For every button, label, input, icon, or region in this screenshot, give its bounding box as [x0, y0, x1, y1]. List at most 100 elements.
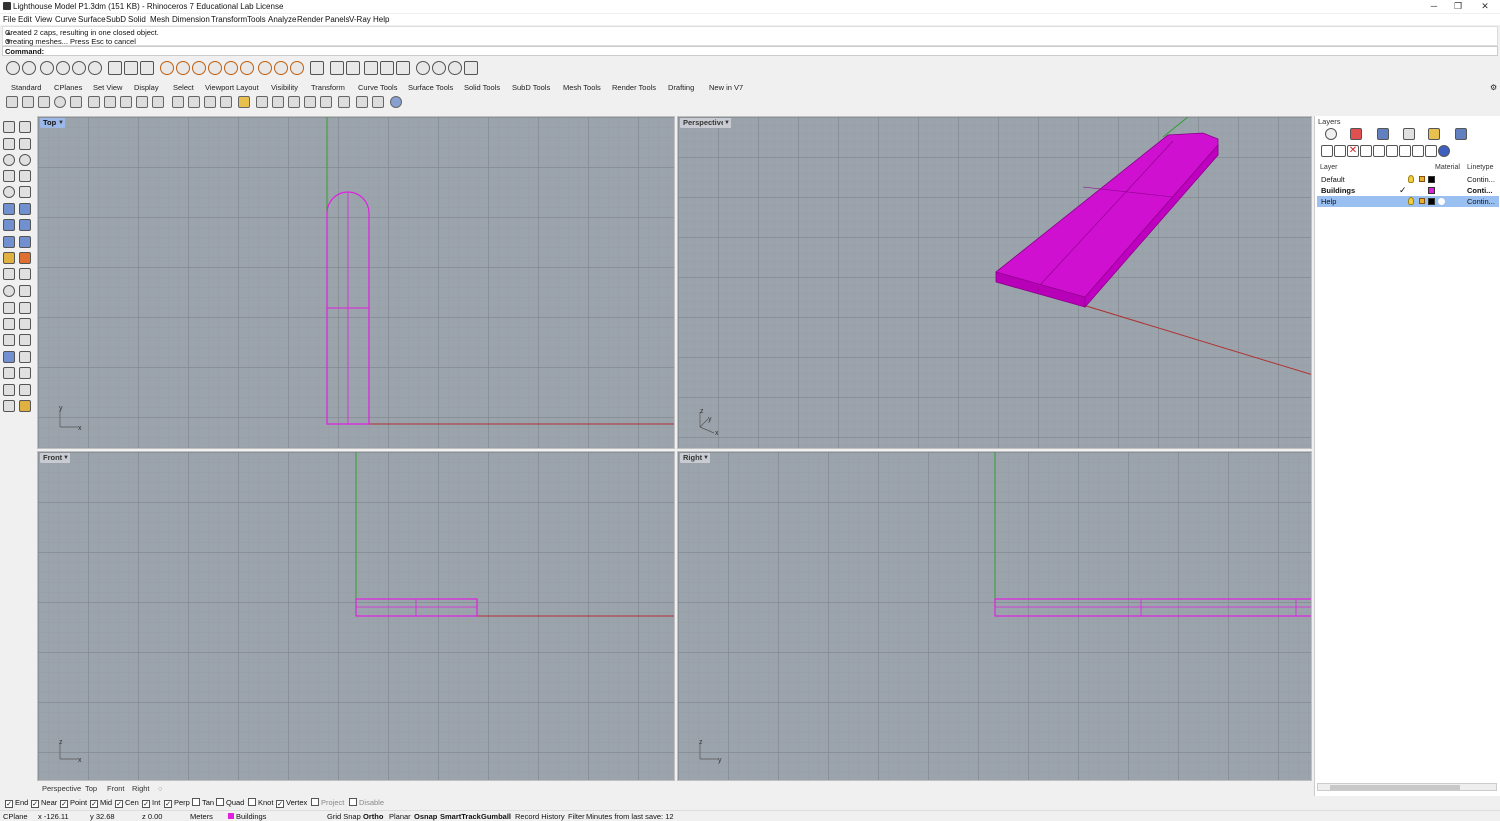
split-icon[interactable]: [372, 96, 384, 108]
move-down-icon[interactable]: [1373, 145, 1385, 157]
sphere-icon[interactable]: [54, 96, 66, 108]
paste-icon[interactable]: [124, 61, 138, 75]
chevron-down-icon[interactable]: ▼: [57, 118, 65, 128]
cplane-icon[interactable]: [330, 61, 344, 75]
lighthouse-elevation[interactable]: [355, 598, 478, 617]
osnap-perp[interactable]: ✓ Perp: [164, 798, 190, 808]
tab-render-tools[interactable]: Render Tools: [612, 83, 656, 92]
array-icon[interactable]: [338, 96, 350, 108]
mesh-tool-icon[interactable]: [19, 236, 31, 248]
join-icon[interactable]: [220, 96, 232, 108]
settings-gear-icon[interactable]: ⚙: [1490, 83, 1497, 92]
osnap-disable[interactable]: Disable: [349, 798, 384, 807]
menu-help[interactable]: Help: [373, 15, 389, 24]
light-tool-icon[interactable]: [3, 252, 15, 264]
chamfer-icon[interactable]: [188, 96, 200, 108]
gumball-icon[interactable]: [390, 96, 402, 108]
checkbox[interactable]: ✓: [142, 800, 150, 808]
zoom-selected-icon[interactable]: [240, 61, 254, 75]
mesh-icon[interactable]: [204, 96, 216, 108]
curve-icon[interactable]: [38, 96, 50, 108]
light-icon[interactable]: [274, 61, 288, 75]
polygon-tool-icon[interactable]: [3, 170, 15, 182]
layer-color-swatch[interactable]: [1428, 187, 1435, 194]
osnap-near[interactable]: ✓ Near: [31, 798, 57, 808]
checkbox[interactable]: ✓: [60, 800, 68, 808]
new-sublayer-icon[interactable]: [1334, 145, 1346, 157]
chevron-down-icon[interactable]: ▼: [62, 453, 70, 463]
point-tool-icon[interactable]: [19, 121, 31, 133]
lock-icon[interactable]: [1419, 198, 1425, 204]
viewport-top[interactable]: y x Top ▼: [37, 116, 675, 449]
revolve-icon[interactable]: [120, 96, 132, 108]
scale-icon[interactable]: [304, 96, 316, 108]
tab-display[interactable]: Display: [134, 83, 159, 92]
tab-new-in-v7[interactable]: New in V7: [709, 83, 743, 92]
rotate-view-icon[interactable]: [176, 61, 190, 75]
add-viewport-icon[interactable]: ◌: [158, 784, 162, 793]
points-icon[interactable]: [6, 96, 18, 108]
osnap-quad[interactable]: Quad: [216, 798, 244, 807]
delete-layer-icon[interactable]: ✕: [1347, 145, 1359, 157]
solid-edit-icon[interactable]: [19, 219, 31, 231]
project-icon[interactable]: [3, 384, 15, 396]
menu-mesh[interactable]: Mesh: [150, 15, 170, 24]
rotate-icon[interactable]: [288, 96, 300, 108]
shapes-icon[interactable]: [3, 400, 15, 412]
menu-subd[interactable]: SubD: [106, 15, 126, 24]
tab-surface-tools[interactable]: Surface Tools: [408, 83, 453, 92]
material-swatch[interactable]: [1438, 198, 1445, 205]
layer-icon[interactable]: [380, 61, 394, 75]
polyline-icon[interactable]: [22, 96, 34, 108]
chevron-down-icon[interactable]: ▼: [702, 453, 710, 463]
boolean-icon[interactable]: [356, 96, 368, 108]
undo-icon[interactable]: [72, 61, 86, 75]
checkbox[interactable]: [248, 798, 256, 806]
boolean-tool-icon[interactable]: [3, 285, 15, 297]
column-material[interactable]: Material: [1435, 164, 1460, 171]
analyze-icon[interactable]: [19, 367, 31, 379]
viewport-title-perspective[interactable]: Perspective: [680, 118, 729, 128]
tab-drafting[interactable]: Drafting: [668, 83, 694, 92]
layer-row-buildings[interactable]: Buildings ✓ Conti...: [1317, 185, 1499, 196]
checkbox[interactable]: [311, 798, 319, 806]
move-up-icon[interactable]: [1360, 145, 1372, 157]
tab-transform[interactable]: Transform: [311, 83, 345, 92]
command-line[interactable]: Command:: [2, 46, 1498, 56]
array-tool-icon[interactable]: [3, 334, 15, 346]
extrude-icon[interactable]: [88, 96, 100, 108]
cut-icon[interactable]: [140, 61, 154, 75]
measure-icon[interactable]: [19, 351, 31, 363]
arc-tool-icon[interactable]: [3, 186, 15, 198]
column-layer[interactable]: Layer: [1320, 164, 1338, 171]
chevron-down-icon[interactable]: ▼: [723, 118, 731, 128]
checkbox[interactable]: ✓: [90, 800, 98, 808]
fillet-icon[interactable]: [172, 96, 184, 108]
lightbulb-icon[interactable]: [1408, 175, 1414, 183]
properties-icon[interactable]: [396, 61, 410, 75]
shade-icon[interactable]: [432, 61, 446, 75]
menu-dimension[interactable]: Dimension: [172, 15, 210, 24]
copy-object-icon[interactable]: [272, 96, 284, 108]
restore-button[interactable]: ❐: [1444, 0, 1472, 13]
checkbox[interactable]: ✓: [276, 800, 284, 808]
viewport-perspective[interactable]: z y x Perspective ▼: [677, 116, 1312, 449]
tab-solid-tools[interactable]: Solid Tools: [464, 83, 500, 92]
viewport-front[interactable]: z x Front ▼: [37, 451, 675, 781]
warning-icon[interactable]: [19, 400, 31, 412]
menu-solid[interactable]: Solid: [128, 15, 146, 24]
layer-linetype[interactable]: Contin...: [1467, 197, 1495, 206]
circle-tool-icon[interactable]: [3, 154, 15, 166]
new-file-icon[interactable]: [6, 61, 20, 75]
patch-icon[interactable]: [152, 96, 164, 108]
open-file-icon[interactable]: [22, 61, 36, 75]
osnap-cen[interactable]: ✓ Cen: [115, 798, 139, 808]
menu-analyze[interactable]: Analyze: [268, 15, 296, 24]
menu-surface[interactable]: Surface: [78, 15, 106, 24]
render-tool-icon[interactable]: [19, 252, 31, 264]
osnap-vertex[interactable]: ✓ Vertex: [276, 798, 307, 808]
extrude-solid-icon[interactable]: [3, 236, 15, 248]
vptab-top[interactable]: Top: [85, 784, 97, 793]
filter-icon[interactable]: [1399, 145, 1411, 157]
surface-edit-icon[interactable]: [19, 203, 31, 215]
